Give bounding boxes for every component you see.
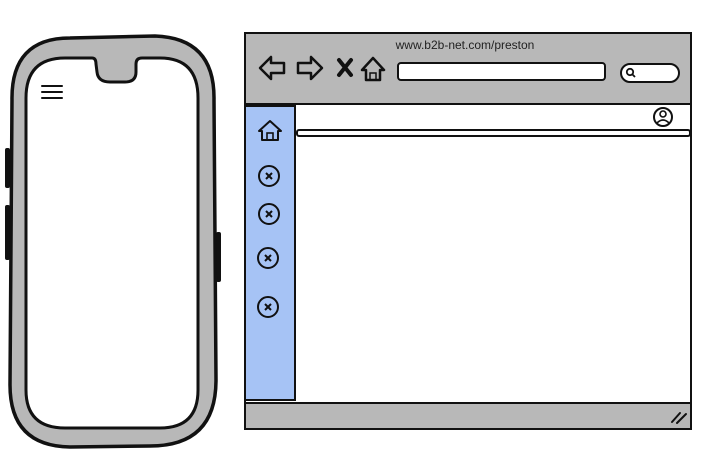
mobile-device (5, 34, 221, 449)
wireframe-canvas (5, 32, 692, 449)
browser-content-area (244, 103, 692, 404)
user-icon[interactable] (653, 107, 673, 127)
sidebar (244, 105, 296, 401)
address-bar-input[interactable] (397, 62, 606, 81)
browser-window (244, 32, 692, 430)
phone-screen (24, 56, 200, 430)
search-button[interactable] (620, 63, 680, 83)
content-header-bar (296, 129, 691, 137)
url-label: www.b2b-net.com/preston (395, 38, 535, 52)
phone-side-button-left (5, 148, 10, 188)
